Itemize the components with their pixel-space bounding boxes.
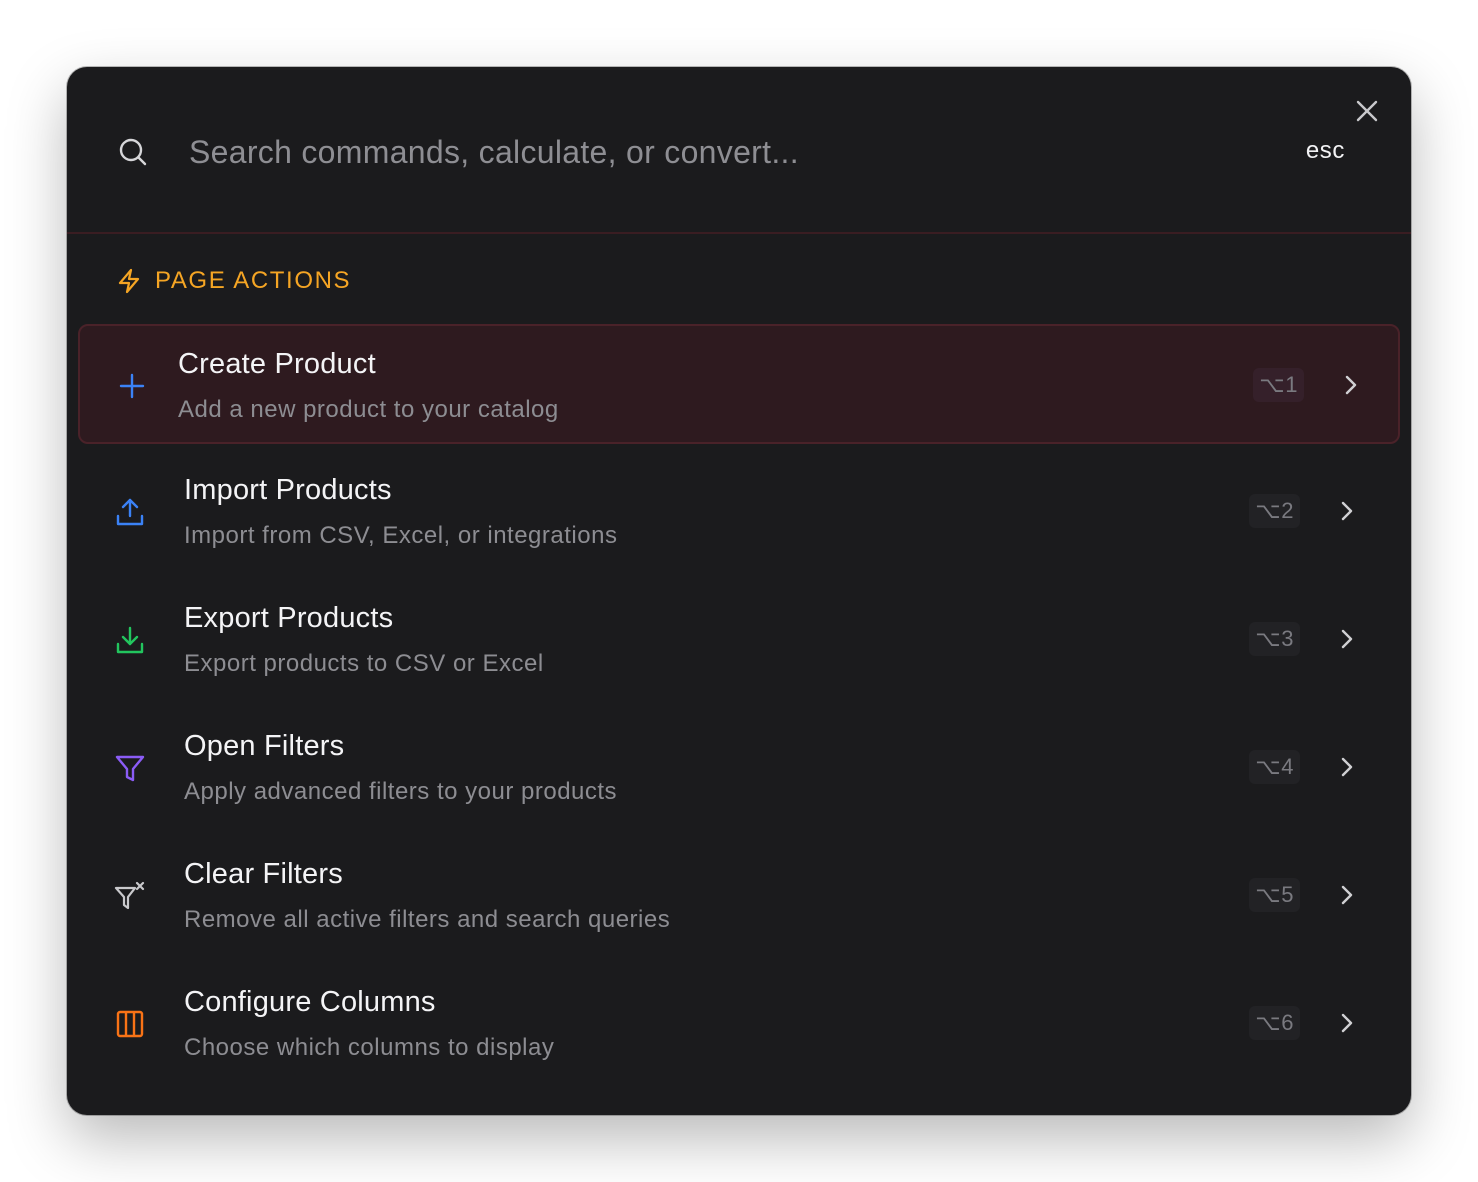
- shortcut-badge: ⌥4: [1249, 750, 1300, 784]
- shortcut-badge: ⌥1: [1253, 368, 1304, 402]
- close-icon: [1356, 100, 1378, 122]
- item-description: Import from CSV, Excel, or integrations: [184, 522, 618, 549]
- columns-icon: [114, 1008, 146, 1040]
- action-configure-columns[interactable]: Configure Columns Choose which columns t…: [78, 964, 1400, 1084]
- action-clear-filters[interactable]: Clear Filters Remove all active filters …: [78, 836, 1400, 956]
- action-export-products[interactable]: Export Products Export products to CSV o…: [78, 580, 1400, 700]
- shortcut-badge: ⌥2: [1249, 494, 1300, 528]
- download-icon: [114, 624, 146, 656]
- search-icon: [119, 138, 147, 166]
- chevron-right-icon: [1345, 375, 1357, 395]
- shortcut-badge: ⌥5: [1249, 878, 1300, 912]
- chevron-right-icon: [1341, 629, 1353, 649]
- item-description: Apply advanced filters to your products: [184, 778, 618, 805]
- shortcut-badge: ⌥3: [1249, 622, 1300, 656]
- action-list: Create Product Add a new product to your…: [78, 324, 1400, 1092]
- action-create-product[interactable]: Create Product Add a new product to your…: [78, 324, 1400, 444]
- chevron-right-icon: [1341, 501, 1353, 521]
- lightning-icon: [118, 268, 140, 294]
- close-button[interactable]: [1353, 97, 1381, 125]
- esc-hint: esc: [1305, 137, 1345, 164]
- section-header: PAGE ACTIONS: [117, 267, 351, 295]
- item-title: Import Products: [184, 474, 392, 506]
- item-title: Create Product: [178, 348, 376, 380]
- item-description: Add a new product to your catalog: [178, 396, 559, 423]
- plus-icon: [116, 370, 148, 402]
- action-open-filters[interactable]: Open Filters Apply advanced filters to y…: [78, 708, 1400, 828]
- item-title: Open Filters: [184, 730, 345, 762]
- chevron-right-icon: [1341, 1013, 1353, 1033]
- item-description: Remove all active filters and search que…: [184, 906, 671, 933]
- search-row: esc: [67, 67, 1411, 234]
- item-title: Export Products: [184, 602, 394, 634]
- chevron-right-icon: [1341, 757, 1353, 777]
- search-input[interactable]: [189, 125, 1249, 179]
- item-description: Choose which columns to display: [184, 1034, 555, 1061]
- command-palette: esc PAGE ACTIONS Create Product Add a ne…: [67, 67, 1411, 1115]
- item-title: Clear Filters: [184, 858, 343, 890]
- item-title: Configure Columns: [184, 986, 436, 1018]
- action-import-products[interactable]: Import Products Import from CSV, Excel, …: [78, 452, 1400, 572]
- section-title: PAGE ACTIONS: [155, 267, 352, 294]
- chevron-right-icon: [1341, 885, 1353, 905]
- filter-clear-icon: [114, 880, 146, 912]
- upload-icon: [114, 496, 146, 528]
- filter-icon: [114, 752, 146, 784]
- item-description: Export products to CSV or Excel: [184, 650, 544, 677]
- shortcut-badge: ⌥6: [1249, 1006, 1300, 1040]
